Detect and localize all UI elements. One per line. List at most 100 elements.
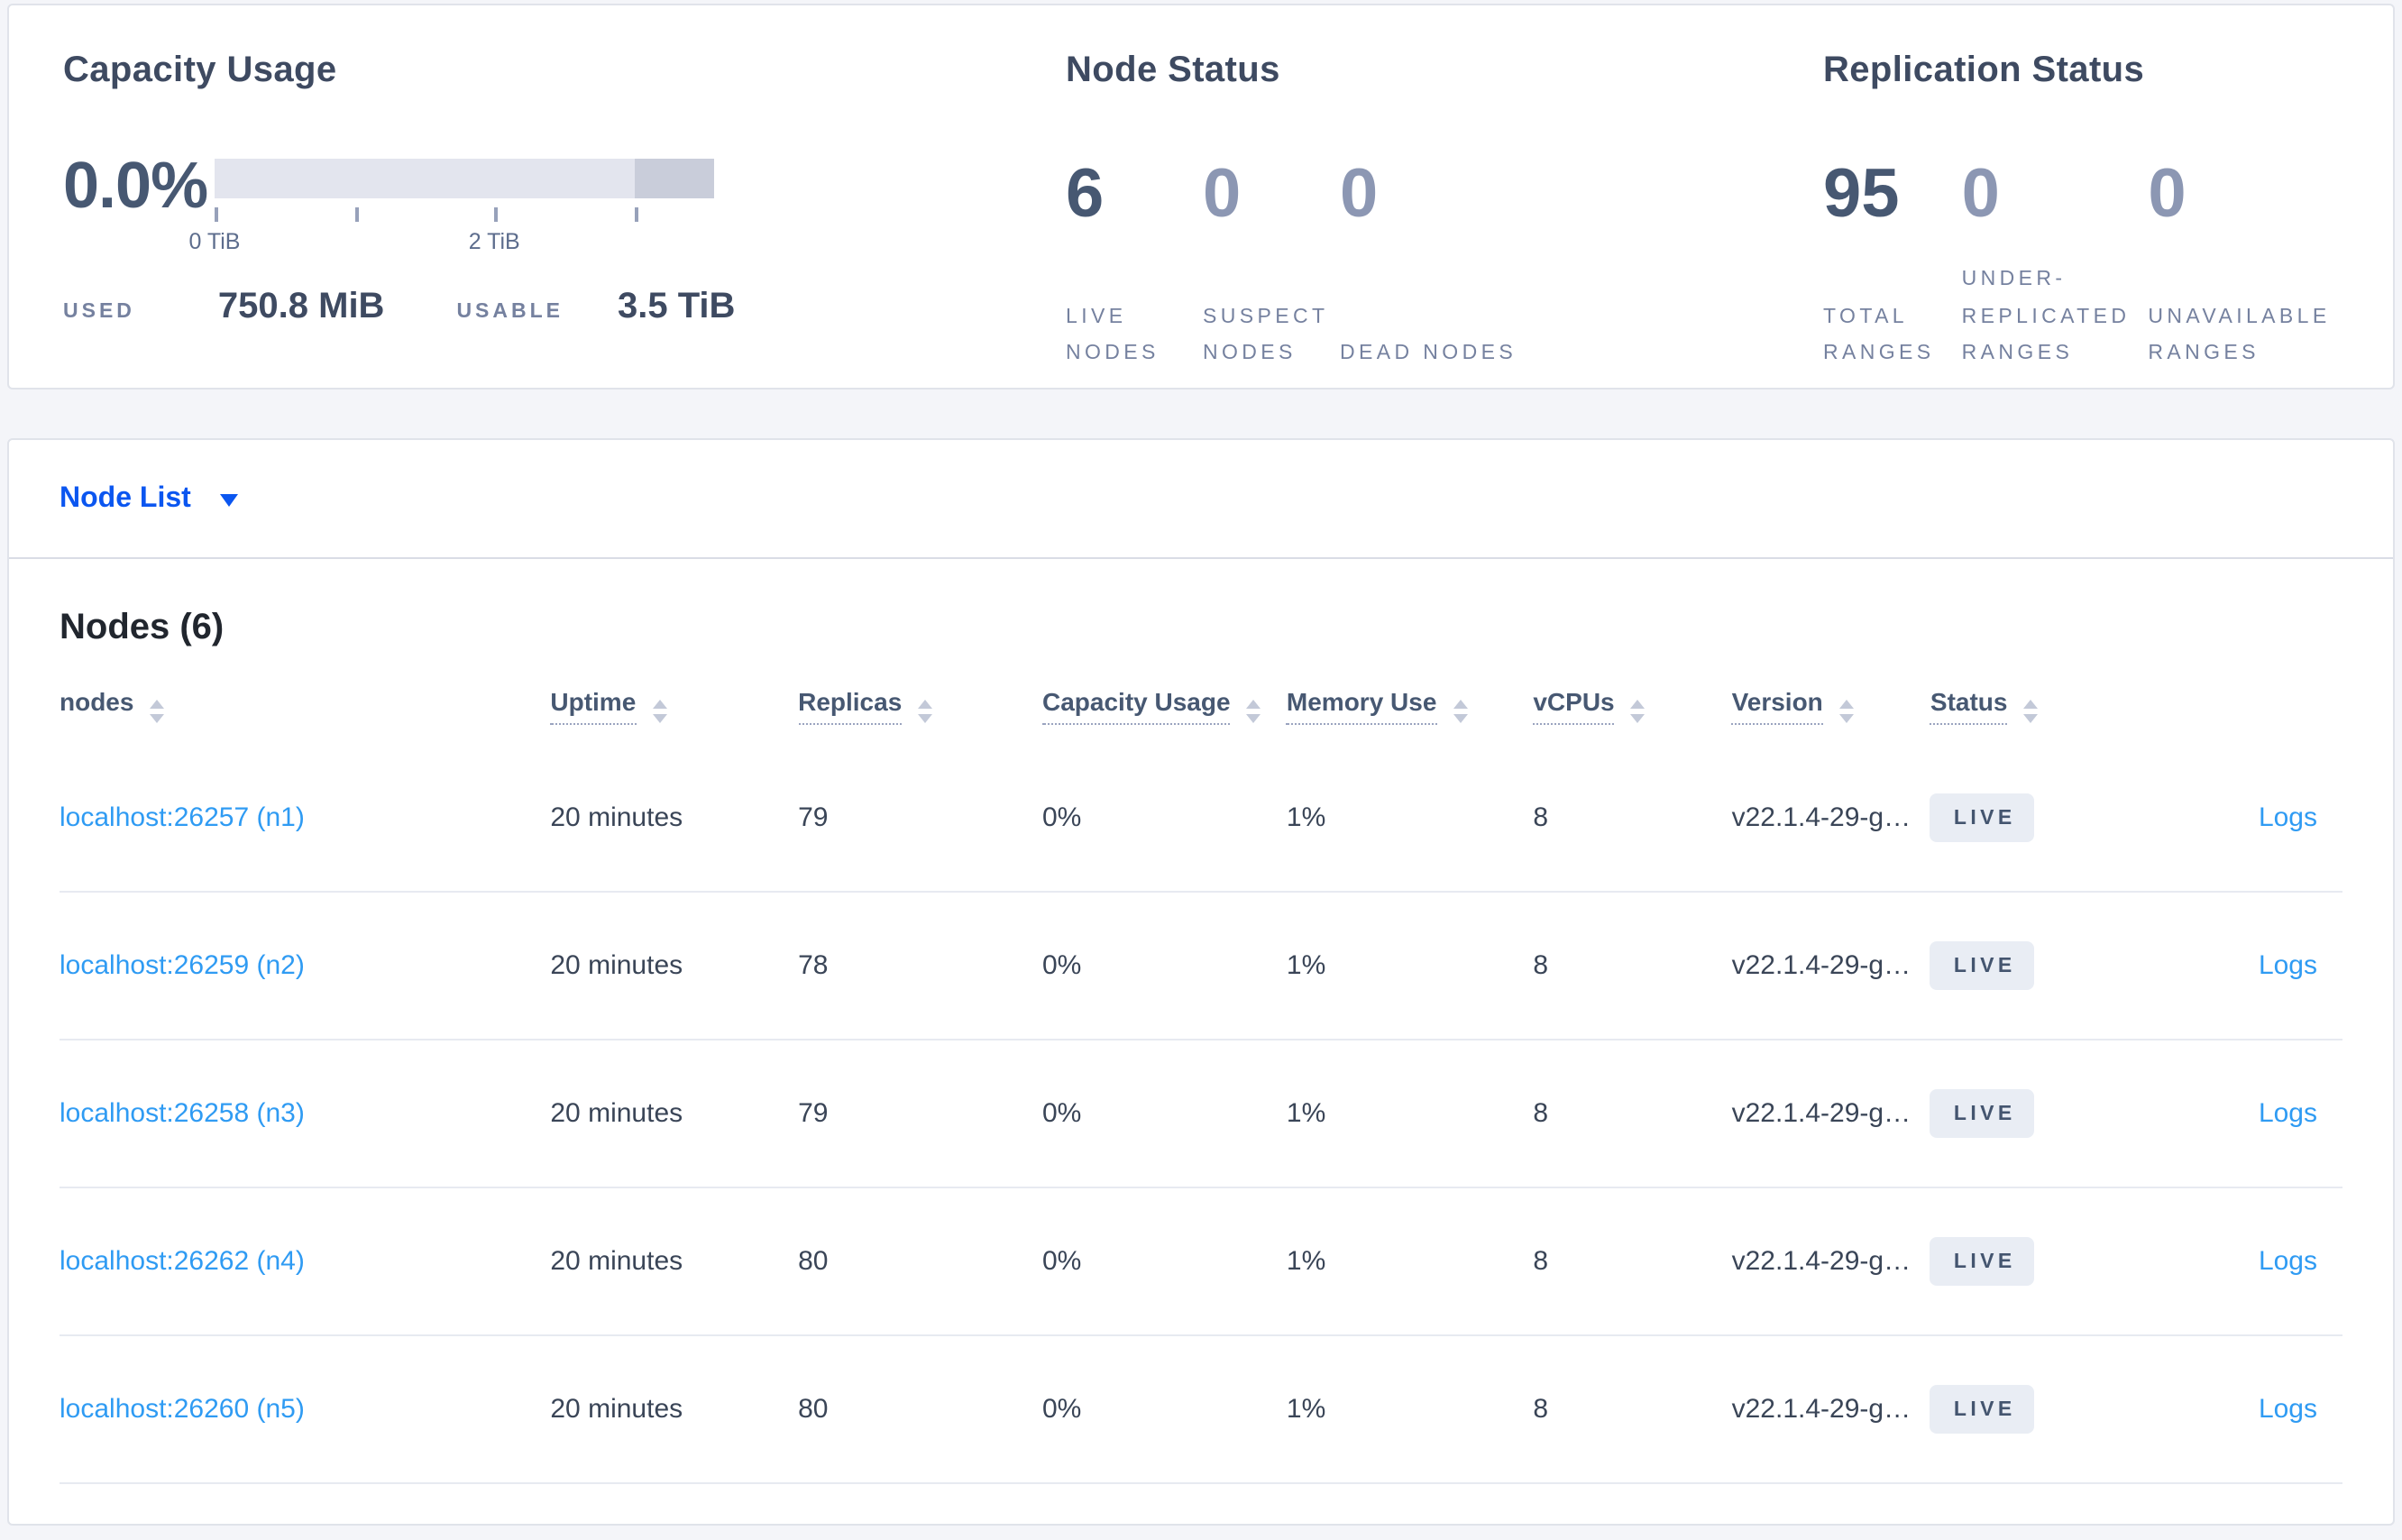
- node-cell: localhost:26262 (n4): [60, 1187, 550, 1335]
- vcpus-cell: 8: [1533, 1394, 1549, 1425]
- column-header-memory-use[interactable]: Memory Use: [1286, 662, 1533, 745]
- stat-value: 6: [1066, 157, 1105, 233]
- cluster-summary-panel: Capacity Usage 0.0% 0 TiB 2 TiB USED 750…: [7, 4, 2395, 390]
- status-badge: LIVE: [1930, 1385, 2034, 1435]
- memory-use-cell: 1%: [1286, 1246, 1326, 1278]
- logs-link[interactable]: Logs: [2259, 950, 2317, 981]
- replicas-cell: 79: [798, 1098, 829, 1130]
- node-link[interactable]: localhost:26258 (n3): [60, 1098, 305, 1129]
- node-list-header-row: Node List: [9, 440, 2393, 560]
- column-header-label: nodes: [60, 687, 134, 717]
- version-cell: v22.1.4-29-g…: [1731, 1246, 1912, 1278]
- node-list-dropdown[interactable]: Node List: [60, 481, 238, 516]
- status-badge: LIVE: [1930, 793, 2034, 843]
- stat-column: 6 LIVE NODES: [1066, 160, 1203, 373]
- column-header-uptime[interactable]: Uptime: [550, 662, 798, 745]
- logs-cell: Logs: [2120, 1187, 2342, 1335]
- memory-use-cell: 1%: [1286, 1098, 1326, 1130]
- version-cell: v22.1.4-29-g…: [1731, 950, 1912, 982]
- stat-label: DEAD NODES: [1340, 343, 1517, 365]
- column-header-status[interactable]: Status: [1930, 662, 2120, 745]
- column-header-label: Version: [1731, 687, 1823, 726]
- node-link[interactable]: localhost:26260 (n5): [60, 1394, 305, 1425]
- table-row: localhost:26262 (n4) 20 minutes 80 0% 1%…: [60, 1187, 2342, 1335]
- version-cell: v22.1.4-29-g…: [1731, 802, 1912, 834]
- version-cell: v22.1.4-29-g…: [1731, 1098, 1912, 1130]
- column-header-label: Memory Use: [1286, 687, 1437, 726]
- table-row: localhost:26258 (n3) 20 minutes 79 0% 1%…: [60, 1040, 2342, 1187]
- uptime-cell: 20 minutes: [550, 950, 683, 982]
- replicas-cell: 80: [798, 1394, 829, 1425]
- node-link[interactable]: localhost:26257 (n1): [60, 802, 305, 833]
- nodes-table: nodes Uptime Replicas Capacity Usage Mem…: [60, 662, 2342, 1524]
- memory-use-cell: 1%: [1287, 1483, 1533, 1524]
- column-header-label: vCPUs: [1533, 687, 1615, 726]
- column-header-vcpus[interactable]: vCPUs: [1533, 662, 1731, 745]
- stat-value: 0: [1961, 157, 2000, 233]
- sort-icon: [1246, 700, 1261, 724]
- memory-use-cell: 1%: [1286, 802, 1326, 834]
- version-cell: v22.1.4-29-g…: [1731, 1394, 1912, 1425]
- replicas-cell: 78: [798, 950, 829, 982]
- capacity-usage-title: Capacity Usage: [63, 50, 337, 90]
- column-header-label: Replicas: [798, 687, 903, 726]
- status-cell: LIVE: [1930, 892, 2120, 1040]
- capacity-usage-cell: 0%: [1042, 950, 1082, 982]
- sort-icon: [2023, 700, 2039, 724]
- stat-column: 0 DEAD NODES: [1340, 160, 1535, 373]
- replicas-cell: 80: [798, 1246, 829, 1278]
- column-header-label: Capacity Usage: [1042, 687, 1231, 726]
- status-badge: LIVE: [1930, 1237, 2034, 1287]
- replication-status-section: Replication Status 95 TOTAL RANGES 0 UND…: [1823, 49, 2391, 388]
- replicas-cell: 79: [798, 1483, 1042, 1524]
- vcpus-cell: 8: [1533, 1098, 1549, 1130]
- column-header-capacity-usage[interactable]: Capacity Usage: [1042, 662, 1287, 745]
- sort-icon: [652, 700, 667, 724]
- node-link[interactable]: localhost:26259 (n2): [60, 950, 305, 981]
- node-cell: localhost:26259 (n2): [60, 892, 550, 1040]
- node-list-panel: Node List Nodes (6) nodes Uptime Replica…: [7, 438, 2395, 1526]
- column-header-logs: [2120, 662, 2342, 745]
- table-row: localhost:26257 (n1) 20 minutes 79 0% 1%…: [60, 745, 2342, 892]
- stat-column: 0 UNDER-REPLICATED RANGES: [1962, 160, 2149, 373]
- stat-label: TOTAL RANGES: [1823, 306, 1935, 365]
- logs-cell: Logs: [2120, 1335, 2342, 1483]
- sort-icon: [1630, 700, 1646, 724]
- capacity-detail-row: USED 750.8 MiB USABLE 3.5 TiB: [63, 287, 1066, 328]
- replicas-cell: 79: [798, 802, 829, 834]
- sort-icon: [1453, 700, 1468, 724]
- node-status-section: Node Status 6 LIVE NODES 0 SUSPECT NODES…: [1066, 49, 1823, 388]
- stat-label: UNAVAILABLE RANGES: [2148, 306, 2331, 365]
- column-header-replicas[interactable]: Replicas: [798, 662, 1042, 745]
- stat-value: 0: [2148, 157, 2187, 233]
- node-status-stats: 6 LIVE NODES 0 SUSPECT NODES 0 DEAD NODE…: [1066, 160, 1823, 373]
- status-cell: LIVE: [1930, 1335, 2120, 1483]
- logs-cell: Logs: [2120, 892, 2342, 1040]
- capacity-gauge-used-segment: [634, 159, 714, 198]
- logs-link[interactable]: Logs: [2259, 1246, 2317, 1277]
- capacity-usage-cell: 0%: [1042, 1483, 1287, 1524]
- uptime-cell: 20 minutes: [550, 1098, 683, 1130]
- capacity-gauge: 0 TiB 2 TiB: [189, 159, 714, 254]
- column-header-nodes[interactable]: nodes: [60, 662, 550, 745]
- status-cell: LIVE: [1930, 1040, 2120, 1187]
- node-link[interactable]: localhost:26262 (n4): [60, 1246, 305, 1277]
- vcpus-cell: 8: [1533, 802, 1549, 834]
- column-header-version[interactable]: Version: [1731, 662, 1930, 745]
- logs-link[interactable]: Logs: [2259, 1098, 2317, 1129]
- logs-link[interactable]: Logs: [2259, 1394, 2317, 1425]
- stat-column: 0 SUSPECT NODES: [1203, 160, 1340, 373]
- capacity-usage-cell: 0%: [1042, 1246, 1082, 1278]
- logs-cell: Logs: [2120, 1040, 2342, 1187]
- table-row: localhost:26261 (n6) 2 minutes 79 0% 1% …: [60, 1483, 2342, 1524]
- uptime-cell: 20 minutes: [550, 802, 683, 834]
- gauge-tick-label-2: 2 TiB: [468, 229, 520, 254]
- uptime-cell: 20 minutes: [550, 1246, 683, 1278]
- logs-link[interactable]: Logs: [2259, 802, 2317, 833]
- table-header-row: nodes Uptime Replicas Capacity Usage Mem…: [60, 662, 2342, 745]
- vcpus-cell: 8: [1533, 1246, 1549, 1278]
- column-header-label: Uptime: [550, 687, 637, 726]
- logs-cell: Logs: [2120, 1483, 2342, 1524]
- sort-icon: [150, 700, 165, 724]
- usable-value: 3.5 TiB: [618, 287, 736, 326]
